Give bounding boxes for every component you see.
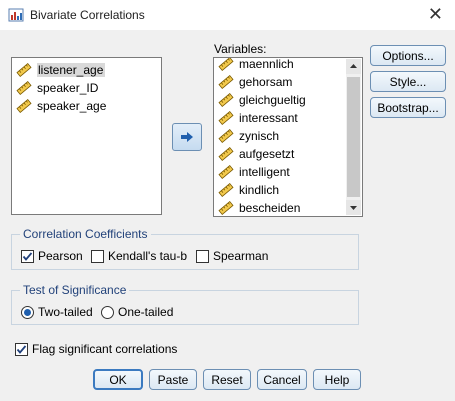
scale-ruler-icon <box>218 164 234 179</box>
pearson-option[interactable]: Pearson <box>21 249 83 263</box>
two-tailed-radio[interactable] <box>21 305 34 319</box>
variable-item-label: intelligent <box>239 164 290 179</box>
variable-item[interactable]: interessant <box>218 109 298 126</box>
two-tailed-option[interactable]: Two-tailed <box>21 305 93 319</box>
ok-button-label: OK <box>109 372 127 387</box>
variable-item-label: aufgesetzt <box>239 146 295 161</box>
scroll-down-button[interactable] <box>346 200 361 215</box>
correlation-coefficients-legend: Correlation Coefficients <box>20 227 151 241</box>
variable-item-label: interessant <box>239 110 298 125</box>
chevron-up-icon <box>350 64 357 68</box>
vertical-scrollbar[interactable] <box>346 59 361 215</box>
chevron-down-icon <box>350 206 357 210</box>
variable-item[interactable]: gleichgueltig <box>218 91 306 108</box>
one-tailed-option[interactable]: One-tailed <box>101 305 173 319</box>
checkmark-icon <box>16 344 27 354</box>
scale-ruler-icon <box>218 128 234 143</box>
spearman-checkbox[interactable] <box>196 249 209 263</box>
scroll-up-button[interactable] <box>346 59 361 74</box>
kendall-label: Kendall's tau-b <box>108 249 188 263</box>
variable-item[interactable]: gehorsam <box>218 73 292 90</box>
cancel-button[interactable]: Cancel <box>257 369 307 390</box>
spss-app-icon <box>8 8 24 22</box>
scale-ruler-icon <box>218 182 234 197</box>
scale-ruler-icon <box>218 110 234 125</box>
test-of-significance-legend: Test of Significance <box>20 283 130 297</box>
kendall-checkbox[interactable] <box>91 249 104 263</box>
two-tailed-label: Two-tailed <box>38 305 93 319</box>
move-to-variables-button[interactable] <box>172 123 202 151</box>
style-button[interactable]: Style... <box>370 71 446 92</box>
paste-button-label: Paste <box>157 372 189 387</box>
variable-item-label: bescheiden <box>239 200 301 215</box>
reset-button-label: Reset <box>211 372 243 387</box>
ok-button[interactable]: OK <box>93 369 143 390</box>
one-tailed-label: One-tailed <box>118 305 174 319</box>
close-icon[interactable]: ✕ <box>428 3 443 25</box>
radio-selected-dot <box>24 308 31 316</box>
spearman-option[interactable]: Spearman <box>196 249 268 263</box>
scale-ruler-icon <box>218 58 234 71</box>
scale-ruler-icon <box>218 92 234 107</box>
bootstrap-button-label: Bootstrap... <box>377 100 439 115</box>
window-title: Bivariate Correlations <box>30 8 145 22</box>
variables-label-text: Variables: <box>214 42 267 56</box>
kendall-option[interactable]: Kendall's tau-b <box>91 249 187 263</box>
variable-item[interactable]: aufgesetzt <box>218 145 294 162</box>
variable-item-label: gleichgueltig <box>239 92 306 107</box>
pearson-label: Pearson <box>38 249 83 263</box>
variable-item-label: gehorsam <box>239 74 293 89</box>
variable-item[interactable]: kindlich <box>218 181 279 198</box>
variable-item-label: zynisch <box>239 128 280 143</box>
flag-significant-checkbox[interactable] <box>15 342 28 356</box>
source-variable-list[interactable]: listener_age speaker_ID speaker_age <box>11 57 162 215</box>
variable-item[interactable]: bescheiden <box>218 199 300 216</box>
source-item-label: speaker_age <box>37 98 107 113</box>
scale-ruler-icon <box>16 98 32 113</box>
scale-ruler-icon <box>16 62 32 77</box>
reset-button[interactable]: Reset <box>203 369 251 390</box>
source-item-label: listener_age <box>37 62 106 77</box>
bootstrap-button[interactable]: Bootstrap... <box>370 97 446 118</box>
source-item[interactable]: listener_age <box>16 61 106 78</box>
options-button[interactable]: Options... <box>370 45 446 66</box>
title-bar: Bivariate Correlations ✕ <box>0 0 455 30</box>
source-item[interactable]: speaker_age <box>16 97 106 114</box>
options-button-label: Options... <box>382 48 434 63</box>
flag-significant-label: Flag significant correlations <box>32 342 178 356</box>
help-button-label: Help <box>324 372 350 387</box>
pearson-checkbox[interactable] <box>21 249 34 263</box>
variable-item-label: kindlich <box>239 182 280 197</box>
scale-ruler-icon <box>218 146 234 161</box>
checkmark-icon <box>22 251 33 261</box>
variables-label: Variables: <box>214 42 266 56</box>
paste-button[interactable]: Paste <box>149 369 197 390</box>
variable-item[interactable]: maennlich <box>218 57 294 72</box>
source-item-label: speaker_ID <box>37 80 99 95</box>
spearman-label: Spearman <box>213 249 269 263</box>
style-button-label: Style... <box>389 74 427 89</box>
arrow-right-icon <box>181 132 193 142</box>
help-button[interactable]: Help <box>313 369 361 390</box>
target-variable-list[interactable]: maennlich gehorsam gleichgueltig interessan… <box>213 57 363 217</box>
scale-ruler-icon <box>16 80 32 95</box>
flag-significant-option[interactable]: Flag significant correlations <box>15 342 177 356</box>
cancel-button-label: Cancel <box>263 372 301 387</box>
one-tailed-radio[interactable] <box>101 305 114 319</box>
source-item[interactable]: speaker_ID <box>16 79 98 96</box>
variable-item[interactable]: intelligent <box>218 163 290 180</box>
scale-ruler-icon <box>218 200 234 215</box>
variable-item[interactable]: zynisch <box>218 127 279 144</box>
scale-ruler-icon <box>218 74 234 89</box>
scroll-thumb[interactable] <box>347 77 360 197</box>
variable-item-label: maennlich <box>239 57 294 71</box>
